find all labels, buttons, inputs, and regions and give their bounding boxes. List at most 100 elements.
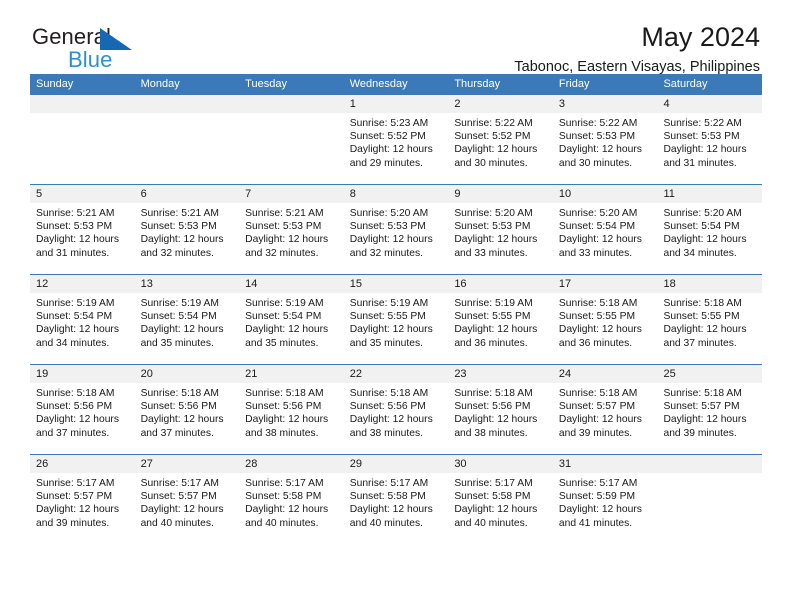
day-info: Sunrise: 5:19 AM Sunset: 5:55 PM Dayligh… [344, 293, 449, 350]
sunset-line: Sunset: 5:58 PM [245, 491, 322, 503]
day-cell[interactable]: 6 Sunrise: 5:21 AM Sunset: 5:53 PM Dayli… [134, 185, 240, 274]
calendar-week-row: 5 Sunrise: 5:21 AM Sunset: 5:53 PM Dayli… [30, 184, 763, 274]
weekday-header-saturday: Saturday [663, 78, 708, 90]
sunset-line: Sunset: 5:53 PM [349, 221, 426, 233]
day-info: Sunrise: 5:18 AM Sunset: 5:56 PM Dayligh… [30, 383, 135, 440]
day-info: Sunrise: 5:17 AM Sunset: 5:58 PM Dayligh… [448, 473, 553, 530]
day-cell[interactable] [134, 95, 240, 184]
day-number: 7 [239, 185, 344, 203]
general-blue-logo[interactable]: General Blue [32, 26, 192, 74]
day-cell[interactable]: 29 Sunrise: 5:17 AM Sunset: 5:58 PM Dayl… [343, 455, 449, 544]
day-info: Sunrise: 5:17 AM Sunset: 5:58 PM Dayligh… [239, 473, 344, 530]
sunset-line: Sunset: 5:55 PM [349, 311, 426, 323]
daylight-line-cont: and 38 minutes. [349, 427, 424, 439]
day-info: Sunrise: 5:22 AM Sunset: 5:53 PM Dayligh… [657, 113, 762, 170]
day-cell[interactable]: 19 Sunrise: 5:18 AM Sunset: 5:56 PM Dayl… [30, 365, 135, 454]
sunset-line: Sunset: 5:57 PM [663, 401, 740, 413]
daylight-line-cont: and 37 minutes. [140, 427, 214, 439]
sunset-line: Sunset: 5:56 PM [36, 401, 113, 413]
day-cell[interactable]: 16 Sunrise: 5:19 AM Sunset: 5:55 PM Dayl… [448, 275, 553, 364]
day-cell[interactable]: 31 Sunrise: 5:17 AM Sunset: 5:59 PM Dayl… [552, 455, 658, 544]
day-cell[interactable]: 20 Sunrise: 5:18 AM Sunset: 5:56 PM Dayl… [134, 365, 240, 454]
sunset-line: Sunset: 5:56 PM [245, 401, 322, 413]
day-number: 15 [343, 275, 449, 293]
daylight-line-cont: and 33 minutes. [454, 247, 528, 259]
day-cell[interactable]: 21 Sunrise: 5:18 AM Sunset: 5:56 PM Dayl… [239, 365, 344, 454]
day-cell[interactable]: 10 Sunrise: 5:20 AM Sunset: 5:54 PM Dayl… [552, 185, 658, 274]
day-info: Sunrise: 5:22 AM Sunset: 5:52 PM Dayligh… [448, 113, 553, 170]
day-number: 3 [552, 95, 658, 113]
sunrise-line: Sunrise: 5:20 AM [558, 208, 638, 219]
day-cell[interactable]: 5 Sunrise: 5:21 AM Sunset: 5:53 PM Dayli… [30, 185, 135, 274]
daylight-line-cont: and 37 minutes. [36, 427, 110, 439]
sunrise-line: Sunrise: 5:21 AM [36, 208, 115, 219]
sunrise-line: Sunrise: 5:22 AM [663, 118, 742, 129]
day-cell[interactable]: 28 Sunrise: 5:17 AM Sunset: 5:58 PM Dayl… [239, 455, 344, 544]
daylight-line: Daylight: 12 hours [558, 144, 642, 156]
day-number: 30 [448, 455, 553, 473]
page-title: May 2024 [641, 22, 760, 52]
day-cell[interactable]: 1 Sunrise: 5:23 AM Sunset: 5:52 PM Dayli… [343, 95, 449, 184]
daylight-line: Daylight: 12 hours [36, 234, 119, 246]
daylight-line: Daylight: 12 hours [349, 414, 433, 426]
day-info [135, 113, 240, 117]
sunset-line: Sunset: 5:54 PM [558, 221, 636, 233]
day-cell[interactable]: 22 Sunrise: 5:18 AM Sunset: 5:56 PM Dayl… [343, 365, 449, 454]
day-cell[interactable]: 27 Sunrise: 5:17 AM Sunset: 5:57 PM Dayl… [134, 455, 240, 544]
day-cell[interactable]: 30 Sunrise: 5:17 AM Sunset: 5:58 PM Dayl… [448, 455, 553, 544]
daylight-line: Daylight: 12 hours [454, 414, 538, 426]
day-cell[interactable]: 3 Sunrise: 5:22 AM Sunset: 5:53 PM Dayli… [552, 95, 658, 184]
sunrise-line: Sunrise: 5:19 AM [349, 298, 429, 309]
day-cell[interactable]: 24 Sunrise: 5:18 AM Sunset: 5:57 PM Dayl… [552, 365, 658, 454]
day-cell[interactable]: 17 Sunrise: 5:18 AM Sunset: 5:55 PM Dayl… [552, 275, 658, 364]
day-number: 22 [343, 365, 449, 383]
sunset-line: Sunset: 5:53 PM [454, 221, 531, 233]
daylight-line-cont: and 40 minutes. [245, 517, 319, 529]
day-cell[interactable]: 4 Sunrise: 5:22 AM Sunset: 5:53 PM Dayli… [657, 95, 763, 184]
day-number: 4 [657, 95, 763, 113]
weekday-header-tuesday: Tuesday [245, 78, 287, 90]
sunrise-line: Sunrise: 5:17 AM [36, 478, 115, 489]
day-cell[interactable]: 14 Sunrise: 5:19 AM Sunset: 5:54 PM Dayl… [239, 275, 344, 364]
sunset-line: Sunset: 5:54 PM [245, 311, 322, 323]
daylight-line: Daylight: 12 hours [454, 324, 538, 336]
day-cell[interactable]: 23 Sunrise: 5:18 AM Sunset: 5:56 PM Dayl… [448, 365, 553, 454]
day-cell[interactable] [657, 455, 763, 544]
day-info: Sunrise: 5:21 AM Sunset: 5:53 PM Dayligh… [30, 203, 135, 260]
daylight-line: Daylight: 12 hours [245, 324, 329, 336]
day-info: Sunrise: 5:18 AM Sunset: 5:57 PM Dayligh… [657, 383, 762, 440]
day-cell[interactable]: 8 Sunrise: 5:20 AM Sunset: 5:53 PM Dayli… [343, 185, 449, 274]
day-info: Sunrise: 5:19 AM Sunset: 5:54 PM Dayligh… [239, 293, 344, 350]
calendar-page: General Blue May 2024 Tabonoc, Eastern V… [0, 0, 792, 612]
daylight-line-cont: and 41 minutes. [558, 517, 633, 529]
day-info: Sunrise: 5:17 AM Sunset: 5:57 PM Dayligh… [135, 473, 240, 530]
sunset-line: Sunset: 5:55 PM [454, 311, 531, 323]
day-cell[interactable] [239, 95, 344, 184]
day-cell[interactable]: 12 Sunrise: 5:19 AM Sunset: 5:54 PM Dayl… [30, 275, 135, 364]
sunrise-line: Sunrise: 5:19 AM [140, 298, 219, 309]
day-number: 1 [343, 95, 449, 113]
daylight-line: Daylight: 12 hours [36, 324, 119, 336]
sunrise-line: Sunrise: 5:17 AM [349, 478, 429, 489]
day-cell[interactable]: 11 Sunrise: 5:20 AM Sunset: 5:54 PM Dayl… [657, 185, 763, 274]
day-cell[interactable]: 26 Sunrise: 5:17 AM Sunset: 5:57 PM Dayl… [30, 455, 135, 544]
day-cell[interactable]: 13 Sunrise: 5:19 AM Sunset: 5:54 PM Dayl… [134, 275, 240, 364]
sunrise-line: Sunrise: 5:22 AM [558, 118, 638, 129]
day-cell[interactable] [30, 95, 135, 184]
daylight-line-cont: and 40 minutes. [140, 517, 214, 529]
day-info: Sunrise: 5:20 AM Sunset: 5:53 PM Dayligh… [448, 203, 553, 260]
day-cell[interactable]: 7 Sunrise: 5:21 AM Sunset: 5:53 PM Dayli… [239, 185, 344, 274]
daylight-line-cont: and 32 minutes. [140, 247, 214, 259]
day-cell[interactable]: 25 Sunrise: 5:18 AM Sunset: 5:57 PM Dayl… [657, 365, 763, 454]
day-cell[interactable]: 9 Sunrise: 5:20 AM Sunset: 5:53 PM Dayli… [448, 185, 553, 274]
day-info: Sunrise: 5:19 AM Sunset: 5:54 PM Dayligh… [30, 293, 135, 350]
daylight-line: Daylight: 12 hours [349, 144, 433, 156]
day-cell[interactable]: 15 Sunrise: 5:19 AM Sunset: 5:55 PM Dayl… [343, 275, 449, 364]
day-cell[interactable]: 18 Sunrise: 5:18 AM Sunset: 5:55 PM Dayl… [657, 275, 763, 364]
sunrise-line: Sunrise: 5:19 AM [36, 298, 115, 309]
daylight-line: Daylight: 12 hours [558, 504, 642, 516]
day-cell[interactable]: 2 Sunrise: 5:22 AM Sunset: 5:52 PM Dayli… [448, 95, 553, 184]
sunset-line: Sunset: 5:53 PM [245, 221, 322, 233]
day-info: Sunrise: 5:23 AM Sunset: 5:52 PM Dayligh… [344, 113, 449, 170]
sunset-line: Sunset: 5:58 PM [349, 491, 426, 503]
